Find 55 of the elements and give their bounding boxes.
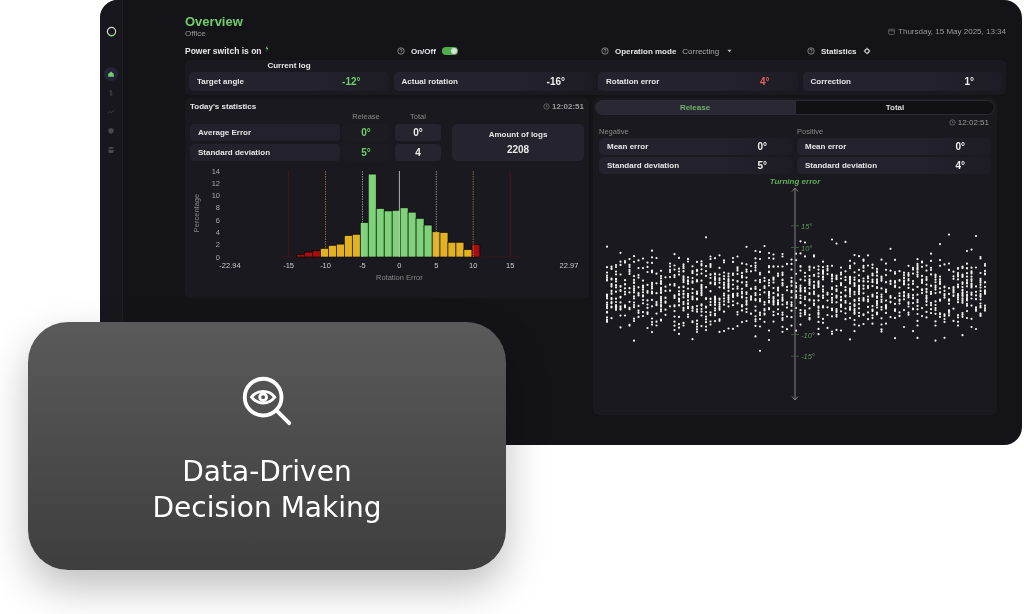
date-time: Thursday, 15 May 2025, 13:34 xyxy=(898,27,1006,36)
metric-label: Mean error xyxy=(607,142,649,151)
metric-value: 1° xyxy=(964,76,974,87)
tab[interactable]: Release xyxy=(595,100,795,115)
metric-label: Actual rotation xyxy=(401,77,458,86)
logs-count: 2208 xyxy=(506,144,530,156)
mode-dropdown[interactable]: Correcting xyxy=(682,46,733,56)
clock-icon xyxy=(948,119,956,126)
panel-title: Today's statistics xyxy=(190,102,257,111)
page-title: Overview xyxy=(185,15,243,29)
metric-value: -12° xyxy=(342,76,361,87)
trend-line-icon xyxy=(107,108,115,116)
help-icon[interactable] xyxy=(807,47,815,55)
mode-label: Operation mode xyxy=(615,46,677,56)
stat-value: 0° xyxy=(395,124,441,141)
panel-title: Current log xyxy=(267,61,311,72)
page-subtitle: Office xyxy=(185,29,207,38)
metric-label: Standard deviation xyxy=(607,161,679,170)
help-icon[interactable] xyxy=(397,47,405,55)
statistics-label: Statistics xyxy=(821,46,857,56)
feature-title: Data-Driven Decision Making xyxy=(151,454,383,526)
calendar-icon xyxy=(888,28,896,35)
settings-icon[interactable] xyxy=(862,47,871,55)
metric-label: Correction xyxy=(810,77,851,86)
axis-title: Turning error xyxy=(769,177,821,186)
metric-value: 4° xyxy=(759,76,770,87)
metric-label: Mean error xyxy=(805,142,847,151)
update-time: 12:02:51 xyxy=(551,102,584,111)
power-status: Power switch is on xyxy=(185,46,262,56)
metric-value: 0° xyxy=(955,141,965,152)
sidebar-item[interactable] xyxy=(104,67,118,81)
home-icon xyxy=(107,70,115,78)
metric-label: Target angle xyxy=(197,77,244,86)
switch-label: On/Off xyxy=(411,46,436,56)
metric-label: Rotation error xyxy=(606,77,660,86)
metric-value: 0° xyxy=(757,141,767,152)
metric-label: Standard deviation xyxy=(805,161,877,170)
metric-value: 4° xyxy=(955,160,965,171)
logo-icon xyxy=(105,26,117,37)
update-time: 12:02:51 xyxy=(957,118,989,127)
caret-icon xyxy=(727,49,733,53)
metric-value: 5° xyxy=(757,160,767,171)
database-icon xyxy=(107,146,115,154)
shield-icon xyxy=(107,127,115,135)
help-icon[interactable] xyxy=(601,47,609,55)
dollar-icon xyxy=(107,89,115,97)
stat-label: Standard deviation xyxy=(190,144,340,161)
lightning-icon xyxy=(264,44,269,52)
stat-label: Average Error xyxy=(190,124,340,141)
power-toggle[interactable] xyxy=(441,47,458,55)
tab[interactable]: Total xyxy=(795,100,995,115)
clock-icon xyxy=(542,103,550,110)
stat-value: 4 xyxy=(395,144,441,161)
logs-label: Amount of logs xyxy=(488,129,548,139)
metric-value: -16° xyxy=(546,76,565,87)
